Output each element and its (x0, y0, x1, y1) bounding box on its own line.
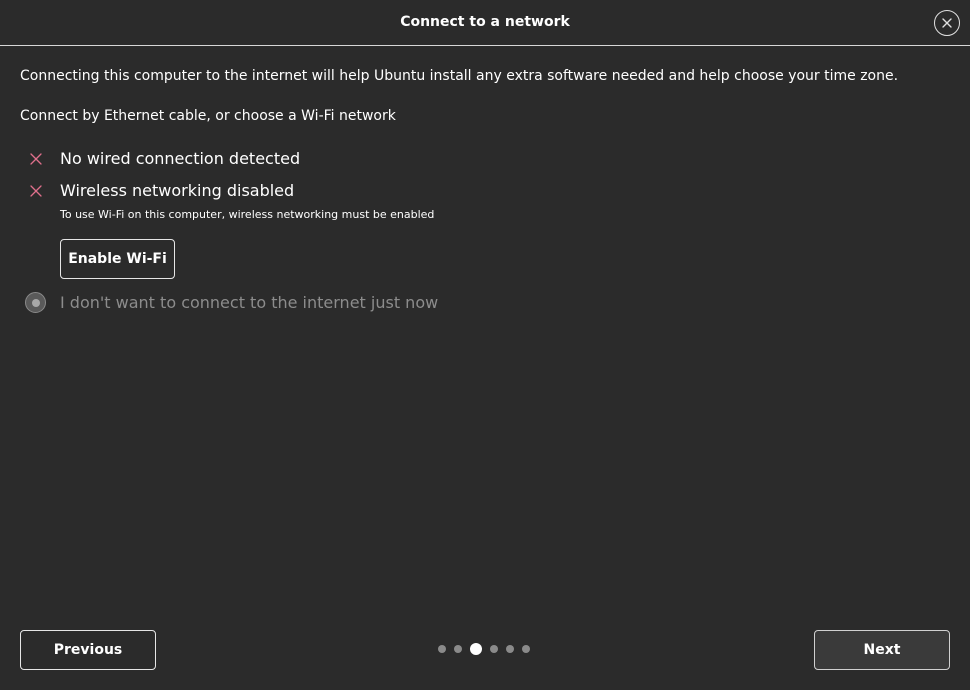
close-button[interactable] (934, 10, 960, 36)
wireless-status-row: Wireless networking disabled (28, 181, 294, 200)
wifi-hint-text: To use Wi-Fi on this computer, wireless … (60, 208, 435, 221)
page-dot (454, 645, 462, 653)
next-button[interactable]: Next (814, 630, 950, 670)
page-indicator (438, 643, 530, 655)
previous-button[interactable]: Previous (20, 630, 156, 670)
page-dot (522, 645, 530, 653)
header-bar: Connect to a network (0, 0, 970, 46)
wired-status-row: No wired connection detected (28, 149, 300, 168)
intro-text: Connecting this computer to the internet… (20, 68, 899, 84)
no-connect-radio[interactable] (25, 292, 46, 313)
page-dot (490, 645, 498, 653)
close-icon (942, 18, 952, 28)
wired-status-label: No wired connection detected (60, 149, 301, 168)
installer-window: Connect to a network Connecting this com… (0, 0, 970, 690)
page-dot (506, 645, 514, 653)
no-connect-label: I don't want to connect to the internet … (60, 293, 439, 312)
no-connect-option[interactable]: I don't want to connect to the internet … (25, 292, 438, 313)
choose-network-text: Connect by Ethernet cable, or choose a W… (20, 108, 396, 124)
radio-selected-dot (31, 298, 40, 307)
page-dot-current (470, 643, 482, 655)
page-dot (438, 645, 446, 653)
cross-icon (30, 152, 42, 165)
cross-icon (30, 184, 42, 197)
page-title: Connect to a network (400, 14, 570, 30)
enable-wifi-button[interactable]: Enable Wi-Fi (60, 239, 175, 279)
wireless-status-label: Wireless networking disabled (60, 181, 295, 200)
